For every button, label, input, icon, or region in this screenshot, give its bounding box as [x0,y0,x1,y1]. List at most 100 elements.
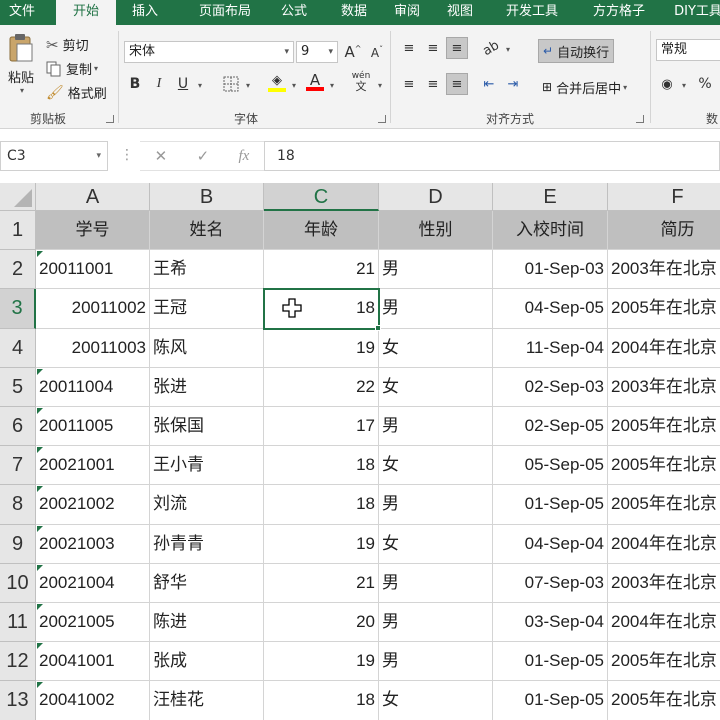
row-header[interactable]: 6 [0,407,36,447]
cell-a12[interactable]: 20041001 [36,642,150,682]
cell-b11[interactable]: 陈进 [150,603,264,643]
cell-b10[interactable]: 舒华 [150,563,264,603]
increase-font-size-button[interactable]: A^ [342,41,364,63]
tab-0[interactable]: 文件 [0,0,44,25]
align-middle-button[interactable]: ≡ [422,37,444,59]
row-header[interactable]: 3 [0,289,36,329]
column-header-a[interactable]: A [36,183,150,211]
align-right-button[interactable]: ≡ [446,73,468,95]
cell-e5[interactable]: 02-Sep-03 [493,367,608,407]
cell-b8[interactable]: 刘流 [150,485,264,525]
row-header[interactable]: 5 [0,367,36,407]
borders-button[interactable] [220,73,242,95]
cell-e13[interactable]: 01-Sep-05 [493,681,608,720]
tab-4[interactable]: 公式 [270,0,318,25]
cell-a6[interactable]: 20011005 [36,407,150,447]
decrease-font-size-button[interactable]: Aˇ [366,41,388,63]
alignment-dialog-launcher[interactable] [636,115,644,123]
cell-b13[interactable]: 汪桂花 [150,681,264,720]
cell-f4[interactable]: 2004年在北京 [608,329,720,368]
tab-9[interactable]: 方方格子 [578,0,660,25]
accounting-dropdown-icon[interactable]: ▾ [682,81,686,90]
cell-f12[interactable]: 2005年在北京 [608,642,720,682]
align-top-button[interactable]: ≡ [398,37,420,59]
cell-f10[interactable]: 2003年在北京 [608,564,720,603]
row-header[interactable]: 12 [0,642,36,682]
column-header-f[interactable]: F [608,183,720,211]
cell-d10[interactable]: 男 [379,563,493,603]
number-format-combo[interactable]: 常规 [656,39,720,61]
cell-c9[interactable]: 19 [264,524,379,564]
header-cell[interactable]: 简历 [608,211,720,251]
column-header-d[interactable]: D [379,183,493,211]
cell-c8[interactable]: 18 [264,485,379,525]
cell-a3[interactable]: 20011002 [36,289,150,329]
cell-f7[interactable]: 2005年在北京 [608,446,720,486]
cell-f2[interactable]: 2003年在北京 [608,250,720,290]
cell-b2[interactable]: 王希 [150,250,264,290]
cell-a4[interactable]: 20011003 [36,328,150,368]
column-header-c[interactable]: C [264,183,379,211]
row-header[interactable]: 10 [0,563,36,603]
cell-d12[interactable]: 男 [379,642,493,682]
cell-e12[interactable]: 01-Sep-05 [493,642,608,682]
cell-d11[interactable]: 男 [379,603,493,643]
cell-c2[interactable]: 21 [264,250,379,290]
cell-c6[interactable]: 17 [264,407,379,447]
cell-f11[interactable]: 2004年在北京 [608,603,720,643]
formula-input[interactable]: 18 [264,141,720,171]
align-bottom-button[interactable]: ≡ [446,37,468,59]
enter-icon[interactable]: ✓ [197,147,210,165]
borders-dropdown-icon[interactable]: ▾ [246,81,250,90]
bold-button[interactable]: B [124,73,146,95]
cell-d4[interactable]: 女 [379,328,493,368]
cell-e3[interactable]: 04-Sep-05 [493,289,608,329]
copy-dropdown-icon[interactable]: ▾ [94,64,98,73]
cell-e11[interactable]: 03-Sep-04 [493,603,608,643]
cell-c7[interactable]: 18 [264,446,379,486]
header-cell[interactable]: 入校时间 [493,211,608,251]
tab-6[interactable]: 审阅 [386,0,428,25]
row-header[interactable]: 11 [0,603,36,643]
cell-d9[interactable]: 女 [379,524,493,564]
header-cell[interactable]: 姓名 [150,211,264,251]
cell-b12[interactable]: 张成 [150,642,264,682]
cut-button[interactable]: ✂ 剪切 [46,35,89,55]
orientation-button[interactable]: ab [480,37,502,59]
cell-a7[interactable]: 20021001 [36,446,150,486]
font-color-button[interactable]: A [304,71,326,93]
tab-8[interactable]: 开发工具 [492,0,572,25]
underline-dropdown-icon[interactable]: ▾ [198,81,202,90]
cell-f8[interactable]: 2005年在北京 [608,485,720,525]
align-center-button[interactable]: ≡ [422,73,444,95]
cell-f9[interactable]: 2004年在北京 [608,525,720,564]
select-all-button[interactable] [0,183,36,211]
cell-d7[interactable]: 女 [379,446,493,486]
tab-1[interactable]: 开始 [56,0,116,26]
cell-d8[interactable]: 男 [379,485,493,525]
copy-button[interactable]: 复制 ▾ [46,59,98,78]
formula-bar-grip-icon[interactable]: ⋮ [120,147,134,163]
cell-c4[interactable]: 19 [264,328,379,368]
cell-d13[interactable]: 女 [379,681,493,720]
cell-f13[interactable]: 2005年在北京 [608,681,720,720]
cell-a11[interactable]: 20021005 [36,603,150,643]
cell-d2[interactable]: 男 [379,250,493,290]
cell-e6[interactable]: 02-Sep-05 [493,407,608,447]
tab-5[interactable]: 数据 [328,0,380,25]
fill-handle[interactable] [375,324,381,331]
cancel-icon[interactable]: ✕ [155,147,168,165]
row-header[interactable]: 1 [0,211,36,251]
underline-button[interactable]: U [172,73,194,95]
cell-b5[interactable]: 张进 [150,367,264,407]
accounting-format-button[interactable]: ◉ [656,73,678,95]
cell-c5[interactable]: 22 [264,367,379,407]
phonetic-button[interactable]: wén 文 [350,71,372,93]
cell-a8[interactable]: 20021002 [36,485,150,525]
cell-a9[interactable]: 20021003 [36,524,150,564]
format-painter-button[interactable]: 🖌 格式刷 [46,83,107,103]
cell-b3[interactable]: 王冠 [150,289,264,329]
clipboard-dialog-launcher[interactable] [106,115,114,123]
header-cell[interactable]: 学号 [36,211,150,251]
percent-button[interactable]: % [694,73,716,95]
